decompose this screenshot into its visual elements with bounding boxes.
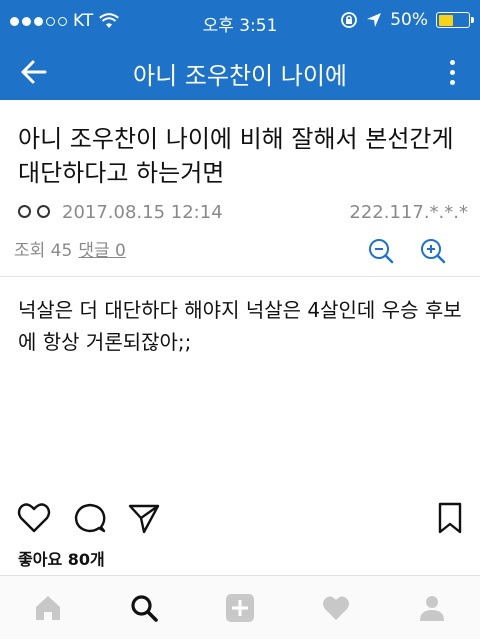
like-count: 좋아요 80개 [18, 550, 105, 569]
search-icon [131, 595, 158, 622]
heart-icon [17, 503, 51, 533]
like-button[interactable] [16, 500, 52, 536]
post-title: 아니 조우찬이 나이에 비해 잘해서 본선간게 대단하다고 하는거면 [18, 125, 454, 187]
nav-home[interactable] [28, 588, 68, 628]
profile-icon [420, 596, 444, 621]
status-right: 50% [340, 10, 474, 30]
share-icon [128, 504, 160, 534]
rotation-lock-icon [341, 12, 358, 28]
zoom-out-button[interactable] [366, 236, 396, 266]
post-stats: 조회 45 댓글 0 [14, 236, 126, 261]
post-ip: 222.117.*.*.* [349, 202, 468, 223]
page-title: 아니 조우찬이 나이에 [133, 62, 347, 90]
bottom-nav [0, 575, 480, 639]
action-bar [0, 500, 480, 540]
zoom-in-icon [421, 239, 446, 264]
zoom-out-icon [369, 239, 394, 264]
heart-icon [323, 596, 349, 620]
nav-activity[interactable] [316, 588, 356, 628]
zoom-in-button[interactable] [418, 236, 448, 266]
divider [0, 276, 480, 277]
share-button[interactable] [126, 500, 162, 536]
post-body: 넉살은 더 대단하다 해야지 넉살은 4살인데 우승 후보에 항상 거론되잖아;… [18, 298, 462, 354]
add-icon [226, 594, 254, 622]
comment-count-link[interactable]: 댓글 0 [78, 236, 126, 261]
nav-profile[interactable] [412, 588, 452, 628]
post-meta: 2017.08.15 12:14 222.117.*.*.* [18, 200, 468, 226]
app-bar: 아니 조우찬이 나이에 [0, 44, 480, 100]
status-bar: KT 오후 3:51 50% [0, 0, 480, 44]
battery-percent: 50% [390, 10, 428, 30]
bookmark-icon [438, 502, 462, 534]
comment-icon [74, 503, 106, 533]
nav-search[interactable] [124, 588, 164, 628]
nav-add[interactable] [220, 588, 260, 628]
battery-icon [436, 12, 474, 28]
author-icon [18, 205, 50, 218]
post-date: 2017.08.15 12:14 [62, 202, 223, 223]
view-count: 조회 45 [14, 241, 73, 261]
more-options-button[interactable] [440, 54, 464, 90]
bookmark-button[interactable] [432, 500, 468, 536]
location-arrow-icon [367, 13, 382, 27]
battery-level [438, 14, 453, 26]
comment-button[interactable] [72, 500, 108, 536]
more-vertical-icon [449, 59, 455, 65]
home-icon [36, 596, 60, 620]
